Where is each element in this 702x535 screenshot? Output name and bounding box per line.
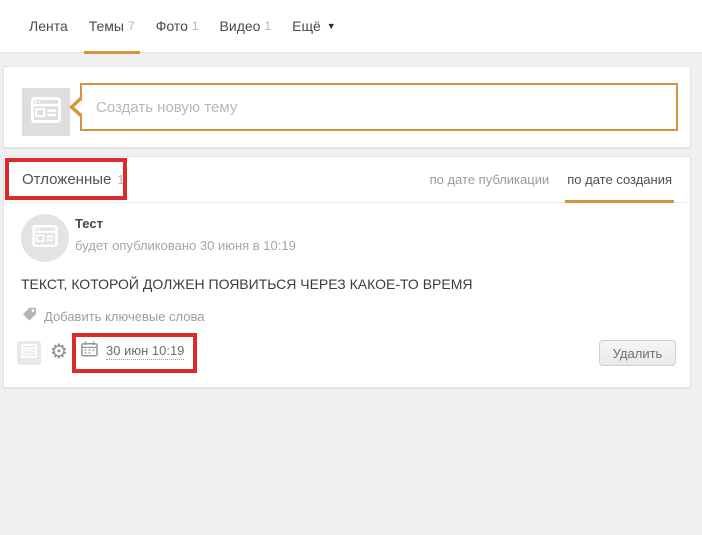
delete-button[interactable]: Удалить: [599, 340, 676, 366]
nav-item-videos[interactable]: Видео 1: [220, 0, 272, 53]
nav-item-label: Темы: [88, 18, 124, 34]
create-topic-input[interactable]: [80, 83, 678, 131]
nav-item-count: 7: [128, 19, 135, 33]
nav-item-label: Лента: [29, 18, 68, 34]
publish-as-topic-button[interactable]: [17, 341, 41, 365]
add-keywords-label: Добавить ключевые слова: [44, 308, 205, 324]
create-topic-bubble: [69, 83, 678, 131]
schedule-date-text: 30 июн 10:19: [106, 343, 185, 360]
create-topic-card: [3, 66, 691, 148]
browser-window-icon: [31, 96, 61, 128]
nav-item-label: Ещё: [292, 18, 321, 34]
tab-sort-by-create-date[interactable]: по дате создания: [565, 157, 674, 203]
browser-window-icon: [32, 224, 58, 252]
nav-item-photos[interactable]: Фото 1: [156, 0, 199, 53]
chevron-down-icon: ▼: [326, 21, 336, 31]
top-navbar: Лента Темы 7 Фото 1 Видео 1 Ещё ▼: [0, 0, 702, 54]
nav-item-feed[interactable]: Лента: [29, 0, 68, 53]
nav-item-topics[interactable]: Темы 7: [83, 0, 140, 54]
browser-window-icon: [20, 343, 38, 363]
topic-avatar: [21, 214, 69, 262]
deferred-count: 1: [117, 172, 125, 187]
nav-item-count: 1: [264, 19, 272, 33]
deferred-header: Отложенные 1 по дате публикации по дате …: [4, 157, 690, 203]
tag-icon: [22, 306, 37, 326]
schedule-date-link[interactable]: 30 июн 10:19: [81, 341, 185, 362]
group-avatar: [22, 88, 70, 136]
calendar-icon: [81, 341, 98, 362]
deferred-title: Отложенные: [22, 171, 112, 188]
nav-item-label: Фото: [155, 18, 188, 34]
topic-author[interactable]: Тест: [75, 216, 103, 231]
settings-gear-icon[interactable]: ⚙: [50, 339, 68, 363]
sort-tabs: по дате публикации по дате создания: [430, 157, 674, 203]
tab-sort-by-publish-date[interactable]: по дате публикации: [430, 157, 550, 202]
nav-item-label: Видео: [219, 18, 261, 34]
bubble-tail-inner: [74, 100, 82, 114]
topic-body-text: ТЕКСТ, КОТОРОЙ ДОЛЖЕН ПОЯВИТЬСЯ ЧЕРЕЗ КА…: [21, 276, 473, 292]
nav-item-more[interactable]: Ещё ▼: [292, 0, 336, 53]
tab-label: по дате создания: [567, 172, 672, 187]
deferred-topics-card: Отложенные 1 по дате публикации по дате …: [3, 156, 691, 388]
add-keywords-link[interactable]: Добавить ключевые слова: [22, 306, 205, 326]
topic-publish-status: будет опубликовано 30 июня в 10:19: [75, 238, 296, 253]
nav-item-count: 1: [191, 19, 199, 33]
tab-label: по дате публикации: [429, 172, 550, 187]
